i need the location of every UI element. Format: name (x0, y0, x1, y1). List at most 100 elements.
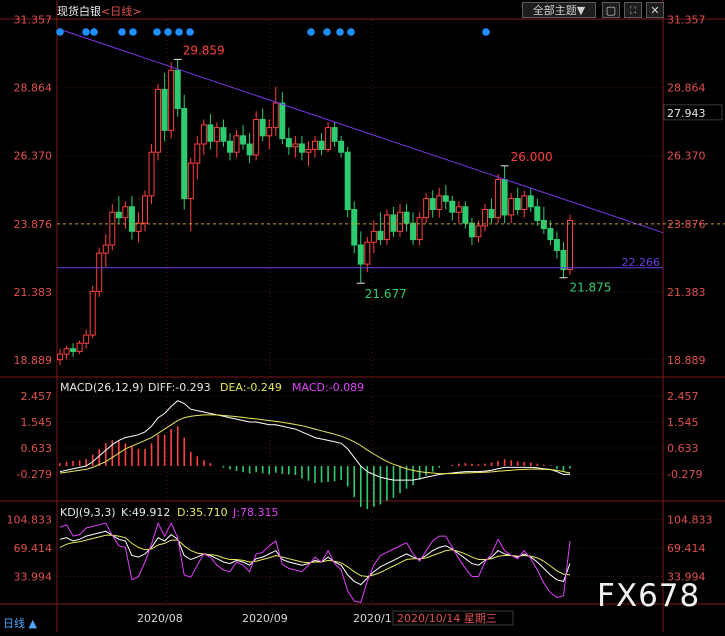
watermark-logo: FX678 (597, 578, 701, 614)
candle-body (475, 225, 482, 238)
price-tick-left: 21.383 (14, 286, 53, 299)
price-tick-left: 26.370 (14, 150, 53, 163)
period-label[interactable]: <日线> (101, 5, 141, 18)
descending-trendline (59, 28, 664, 234)
candle-body (142, 195, 148, 224)
price-tick-left: 23.876 (14, 218, 53, 231)
window-restore-icon[interactable]: ▢ (602, 2, 620, 18)
candle-body (370, 230, 377, 243)
instrument-title: 现货白银<日线> (57, 3, 141, 19)
price-tick-left: 31.357 (14, 14, 53, 27)
kdj-tick-left: 69.414 (14, 542, 53, 555)
signal-dot (347, 28, 355, 36)
kdj-tick-left: 33.994 (14, 571, 53, 584)
candle-body (423, 198, 430, 219)
candle-body (521, 195, 528, 211)
candle-body (128, 206, 135, 232)
window-maximize-icon[interactable]: ⛶ (624, 2, 642, 18)
macd-tick-left: -0.279 (17, 468, 52, 481)
text-layer: 31.357 31.357 28.864 28.864 26.370 26.370 23.8… (3, 14, 723, 630)
signal-dot (323, 28, 331, 36)
candle-body (187, 162, 194, 200)
candle-body (325, 127, 332, 150)
x-axis-label: 2020/09 (242, 612, 288, 625)
price-tick-right: 26.370 (667, 150, 706, 163)
kdj-tick-right: 104.833 (667, 513, 713, 526)
price-tick-left: 18.889 (14, 354, 53, 367)
candle-body (168, 69, 175, 131)
candle-body (200, 124, 207, 145)
macd-diff-value: DIFF:-0.293 (148, 381, 211, 394)
low1-annotation: 21.677 (365, 287, 407, 301)
macd-tick-right: 0.633 (667, 442, 699, 455)
candle-body (57, 353, 63, 361)
candle-body (429, 198, 436, 211)
candle-body (449, 200, 456, 213)
candle-body (266, 127, 273, 137)
candle-body (403, 211, 410, 224)
candle-body (253, 118, 260, 156)
signal-dot (186, 28, 194, 36)
support-label: 22.266 (622, 256, 661, 269)
candle-body (76, 342, 83, 352)
signal-dot (118, 28, 126, 36)
candle-body (161, 88, 168, 131)
chart-canvas: 31.357 31.357 28.864 28.864 26.370 26.370 23.8… (0, 0, 725, 632)
candle-body (109, 211, 116, 246)
candle-body (102, 244, 109, 254)
kdj-line-d (59, 534, 571, 578)
chart-window: 31.357 31.357 28.864 28.864 26.370 26.370 23.8… (0, 0, 725, 632)
signal-dot (307, 28, 315, 36)
candle-body (501, 178, 508, 216)
candle-body (312, 140, 318, 150)
candle-body (488, 209, 495, 219)
candle-body (246, 143, 253, 156)
candle-body (155, 88, 162, 153)
candle-body (305, 148, 312, 153)
candle-body (560, 249, 567, 271)
trend-touch-annotation: 26.000 (511, 150, 553, 164)
price-tick-right: 28.864 (667, 82, 706, 95)
candle-body (70, 348, 77, 352)
candle-body (357, 244, 364, 265)
candle-body (468, 222, 475, 238)
macd-tick-left: 2.457 (21, 390, 53, 403)
kdj-k-value: K:49.912 (121, 506, 170, 519)
price-tick-right: 21.383 (667, 286, 706, 299)
candle-body (377, 230, 384, 241)
kdj-line-j (59, 521, 571, 603)
macd-title: MACD(26,12,9) (60, 381, 144, 394)
candle-body (227, 140, 233, 153)
candle-body (259, 118, 266, 137)
price-tick-left: 28.864 (14, 82, 53, 95)
candle-body (96, 252, 103, 292)
macd-tick-right: 1.545 (667, 416, 699, 429)
kdj-d-value: D:35.710 (177, 506, 228, 519)
theme-selector-button[interactable]: 全部主题▼ (522, 2, 596, 18)
candle-body (442, 195, 449, 202)
candle-body (364, 241, 371, 265)
macd-tick-right: -0.279 (667, 468, 702, 481)
signal-dot (153, 28, 161, 36)
candle-body (63, 348, 70, 355)
close-icon[interactable]: ✕ (646, 2, 664, 18)
candle-body (351, 209, 358, 246)
candle-body (174, 69, 181, 110)
signal-dot (482, 28, 490, 36)
signal-dot (90, 28, 98, 36)
candle-body (115, 211, 122, 219)
instrument-name: 现货白银 (57, 5, 101, 18)
signal-dot (129, 28, 137, 36)
candle-body (410, 222, 417, 241)
candle-body (436, 195, 443, 211)
candle-body (240, 135, 247, 145)
kdj-tick-left: 104.833 (7, 513, 53, 526)
candle-body (292, 143, 299, 148)
x-axis-label: 2020/08 (137, 612, 183, 625)
candle-body (89, 290, 96, 336)
candle-body (279, 102, 286, 140)
candle-body (455, 206, 462, 213)
price-tick-right: 18.889 (667, 354, 706, 367)
x-axis-label: 2020/1( (353, 612, 396, 625)
grid-layer (0, 0, 725, 632)
